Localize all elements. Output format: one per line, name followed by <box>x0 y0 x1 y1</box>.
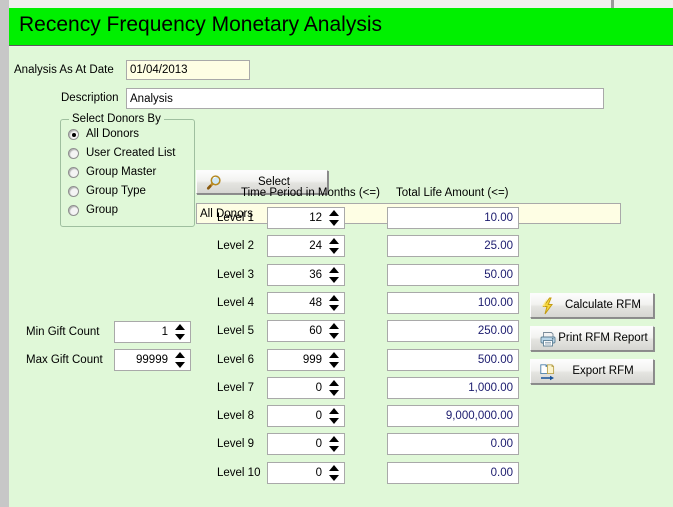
max-gift-count-value: 99999 <box>136 354 168 366</box>
radio-user-created-list-label: User Created List <box>86 147 176 159</box>
stepper-arrows-icon[interactable] <box>174 324 185 340</box>
level-label: Level 7 <box>217 381 255 394</box>
stepper-arrows-icon[interactable] <box>328 436 339 453</box>
months-stepper[interactable]: 36 <box>267 263 345 286</box>
months-value: 48 <box>309 296 322 309</box>
level-label: Level 10 <box>217 466 261 479</box>
radio-group-label: Group <box>86 204 118 216</box>
stepper-arrows-icon[interactable] <box>328 464 339 481</box>
level-label: Level 5 <box>217 325 255 338</box>
amount-input[interactable] <box>387 461 519 484</box>
months-stepper[interactable]: 48 <box>267 291 345 314</box>
calculate-rfm-label: Calculate RFM <box>564 299 642 311</box>
select-donors-by-legend: Select Donors By <box>69 113 164 125</box>
months-stepper[interactable]: 24 <box>267 235 345 258</box>
level-label: Level 1 <box>217 212 255 224</box>
months-value: 60 <box>309 325 322 338</box>
months-stepper[interactable]: 0 <box>267 461 345 484</box>
amount-input[interactable] <box>387 376 519 399</box>
months-stepper[interactable]: 0 <box>267 376 345 399</box>
stepper-arrows-icon[interactable] <box>328 266 339 283</box>
analysis-date-label: Analysis As At Date <box>14 64 114 76</box>
stepper-arrows-icon[interactable] <box>328 408 339 425</box>
description-input[interactable] <box>126 88 604 109</box>
description-label: Description <box>61 92 119 104</box>
radio-all-donors-label: All Donors <box>86 128 140 140</box>
radio-indicator-icon <box>68 186 79 197</box>
stepper-arrows-icon[interactable] <box>328 294 339 311</box>
amount-input[interactable] <box>387 405 519 428</box>
form-client-area: Analysis As At Date Description Select D… <box>9 47 673 507</box>
months-stepper[interactable]: 60 <box>267 320 345 343</box>
months-value: 999 <box>302 353 322 366</box>
time-period-column-header: Time Period in Months (<=) <box>241 187 380 199</box>
months-stepper[interactable]: 12 <box>267 207 345 229</box>
export-rfm-label: Export RFM <box>572 365 634 377</box>
window-left-gutter <box>0 0 9 507</box>
analysis-date-input[interactable] <box>126 60 250 80</box>
stepper-arrows-icon[interactable] <box>328 351 339 368</box>
amount-input[interactable] <box>387 433 519 456</box>
amount-input[interactable] <box>387 207 519 229</box>
level-label: Level 2 <box>217 240 255 253</box>
print-rfm-report-button[interactable]: Print RFM Report <box>530 326 654 351</box>
radio-indicator-icon <box>68 129 79 140</box>
months-value: 0 <box>315 381 322 394</box>
stepper-arrows-icon[interactable] <box>328 323 339 340</box>
total-life-amount-column-header: Total Life Amount (<=) <box>396 187 509 199</box>
radio-group-type-label: Group Type <box>86 185 146 197</box>
months-value: 12 <box>309 212 322 224</box>
months-value: 24 <box>309 240 322 253</box>
radio-indicator-icon <box>68 205 79 216</box>
amount-input[interactable] <box>387 235 519 258</box>
application-window: Recency Frequency Monetary Analysis Anal… <box>0 0 673 507</box>
stepper-arrows-icon[interactable] <box>174 352 185 368</box>
level-label: Level 9 <box>217 438 255 451</box>
page-title: Recency Frequency Monetary Analysis <box>19 13 382 36</box>
radio-group-master-label: Group Master <box>86 166 157 178</box>
select-donors-by-group: Select Donors By All Donors User Created… <box>60 113 195 227</box>
amount-input[interactable] <box>387 263 519 286</box>
radio-indicator-icon <box>68 167 79 178</box>
level-label: Level 3 <box>217 268 255 281</box>
level-label: Level 8 <box>217 410 255 423</box>
min-gift-count-value: 1 <box>161 326 168 338</box>
max-gift-count-label: Max Gift Count <box>26 354 103 366</box>
print-rfm-report-label: Print RFM Report <box>558 332 648 344</box>
months-value: 0 <box>315 466 322 479</box>
radio-indicator-icon <box>68 148 79 159</box>
months-stepper[interactable]: 0 <box>267 433 345 456</box>
months-stepper[interactable]: 999 <box>267 348 345 371</box>
calculate-rfm-button[interactable]: Calculate RFM <box>530 293 654 318</box>
stepper-arrows-icon[interactable] <box>328 238 339 255</box>
max-gift-count-stepper[interactable]: 99999 <box>114 349 191 371</box>
title-bar: Recency Frequency Monetary Analysis <box>9 8 673 46</box>
stepper-arrows-icon[interactable] <box>328 379 339 396</box>
min-gift-count-stepper[interactable]: 1 <box>114 321 191 343</box>
level-label: Level 6 <box>217 353 255 366</box>
amount-input[interactable] <box>387 291 519 314</box>
amount-input[interactable] <box>387 348 519 371</box>
months-value: 0 <box>315 438 322 451</box>
stepper-arrows-icon[interactable] <box>328 210 339 226</box>
min-gift-count-label: Min Gift Count <box>26 326 100 338</box>
months-value: 0 <box>315 410 322 423</box>
months-value: 36 <box>309 268 322 281</box>
level-label: Level 4 <box>217 296 255 309</box>
months-stepper[interactable]: 0 <box>267 405 345 428</box>
export-rfm-button[interactable]: Export RFM <box>530 359 654 384</box>
amount-input[interactable] <box>387 320 519 343</box>
window-top-gutter <box>0 0 673 8</box>
